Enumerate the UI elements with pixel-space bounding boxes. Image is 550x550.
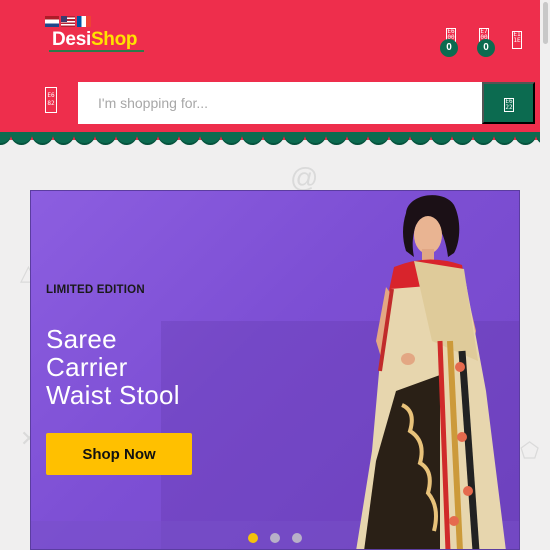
headline-line: Carrier bbox=[46, 352, 128, 382]
menu-icon[interactable]: E6 82 bbox=[45, 87, 57, 113]
carousel-dot[interactable] bbox=[248, 533, 258, 543]
carousel-dot[interactable] bbox=[270, 533, 280, 543]
scallop-shape bbox=[32, 132, 53, 145]
saree-model-image bbox=[356, 195, 506, 549]
scallop-shape bbox=[473, 132, 494, 145]
shop-now-button[interactable]: Shop Now bbox=[46, 433, 192, 475]
scallop-shape bbox=[221, 132, 242, 145]
scallop-shape bbox=[0, 132, 11, 145]
scallop-shape bbox=[53, 132, 74, 145]
site-header: DesiShop E600 0 E700 0 E11E E682 E622 bbox=[0, 0, 540, 140]
pentagon-doodle-icon: ⬠ bbox=[520, 438, 540, 463]
scallop-shape bbox=[74, 132, 95, 145]
cart-count-badge: 0 bbox=[477, 39, 495, 57]
flag-nl-icon[interactable] bbox=[45, 16, 59, 27]
scallop-shape bbox=[431, 132, 452, 145]
scallop-shape bbox=[494, 132, 515, 145]
carousel-dot[interactable] bbox=[292, 533, 302, 543]
wishlist-count-badge: 0 bbox=[440, 39, 458, 57]
scallop-shape bbox=[410, 132, 431, 145]
scallop-shape bbox=[179, 132, 200, 145]
hero-banner: LIMITED EDITION Saree Carrier Waist Stoo… bbox=[30, 190, 520, 550]
scrollbar-track[interactable] bbox=[540, 0, 550, 550]
scallop-shape bbox=[95, 132, 116, 145]
scallop-shape bbox=[158, 132, 179, 145]
search-input[interactable] bbox=[78, 82, 482, 124]
language-switcher bbox=[45, 16, 91, 27]
carousel-dots bbox=[248, 533, 302, 543]
logo-text-desi: Desi bbox=[52, 29, 91, 50]
banner-kicker: LIMITED EDITION bbox=[46, 284, 145, 296]
search-button[interactable]: E6 22 bbox=[482, 82, 535, 124]
headline-line: Waist Stool bbox=[46, 380, 180, 410]
scallop-shape bbox=[116, 132, 137, 145]
search-icon: E6 22 bbox=[504, 98, 514, 112]
scallop-shape bbox=[389, 132, 410, 145]
banner-headline: Saree Carrier Waist Stool bbox=[46, 325, 180, 409]
flag-fr-icon[interactable] bbox=[77, 16, 91, 27]
scallop-shape bbox=[284, 132, 305, 145]
scallop-shape bbox=[452, 132, 473, 145]
scallop-shape bbox=[515, 132, 536, 145]
scallop-shape bbox=[242, 132, 263, 145]
headline-line: Saree bbox=[46, 324, 117, 354]
logo-underline bbox=[49, 50, 144, 52]
scallop-shape bbox=[347, 132, 368, 145]
scallop-shape bbox=[305, 132, 326, 145]
scallop-shape bbox=[368, 132, 389, 145]
user-icon[interactable]: E1 1E bbox=[512, 31, 522, 49]
scallop-shape bbox=[326, 132, 347, 145]
scallop-shape bbox=[200, 132, 221, 145]
scrollbar-thumb[interactable] bbox=[543, 2, 548, 44]
logo-text-shop: Shop bbox=[90, 29, 138, 50]
flag-en-icon[interactable] bbox=[61, 16, 75, 27]
scallop-shape bbox=[11, 132, 32, 145]
header-scallop-border bbox=[0, 132, 550, 146]
site-logo[interactable]: DesiShop bbox=[52, 29, 138, 51]
scallop-shape bbox=[137, 132, 158, 145]
spiral-doodle-icon: @ bbox=[290, 162, 319, 193]
scallop-shape bbox=[263, 132, 284, 145]
